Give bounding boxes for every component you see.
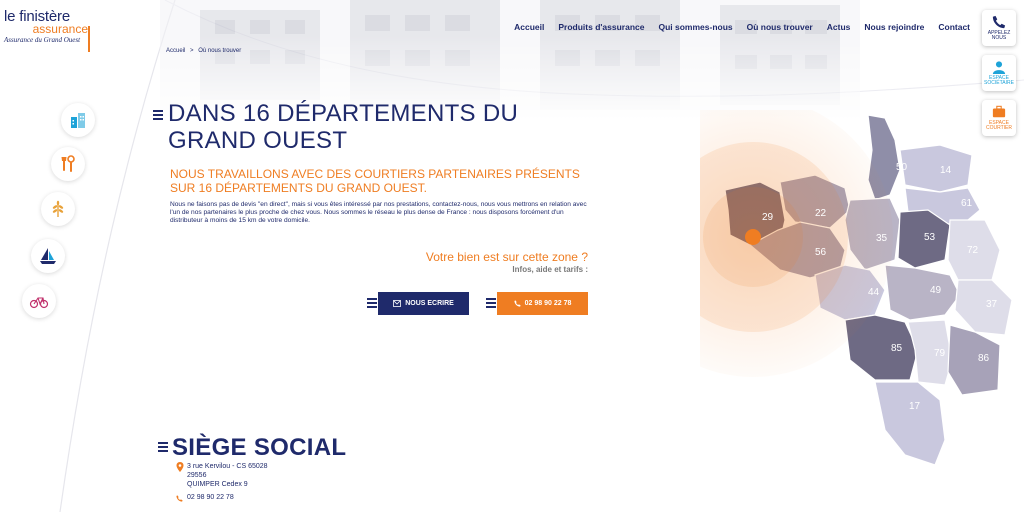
category-building[interactable]: [61, 103, 95, 137]
address-line3: QUIMPER Cedex 9: [187, 481, 248, 488]
dep-86: [947, 324, 1001, 396]
dep-17: [874, 381, 946, 466]
dep-label-50: 50: [896, 162, 908, 173]
dep-label-61: 61: [961, 198, 973, 209]
location-pin-icon: [176, 462, 184, 472]
hero-subtitle: NOUS TRAVAILLONS AVEC DES COURTIERS PART…: [170, 167, 590, 195]
dep-label-85: 85: [891, 343, 903, 354]
dep-label-35: 35: [876, 233, 888, 244]
siege-heading-marker: [158, 442, 168, 454]
member-space-button[interactable]: ESPACE SOCIÉTAIRE: [982, 55, 1016, 91]
button-marker-2: [486, 298, 496, 310]
user-icon: [992, 60, 1006, 74]
category-boat[interactable]: [31, 239, 65, 273]
nav-actus[interactable]: Actus: [827, 22, 851, 32]
dep-label-56: 56: [815, 247, 827, 258]
breadcrumb-home[interactable]: Accueil: [166, 48, 185, 54]
dep-label-22: 22: [815, 208, 827, 219]
logo-tagline: Assurance du Grand Ouest: [4, 36, 81, 44]
write-us-button[interactable]: NOUS ECRIRE: [378, 292, 469, 315]
siege-phone-number: 02 98 90 22 78: [187, 494, 234, 501]
nav-ou-nous-trouver[interactable]: Où nous trouver: [747, 22, 813, 32]
dep-label-44: 44: [868, 287, 880, 298]
dep-label-53: 53: [924, 232, 936, 243]
phone-icon: [176, 495, 183, 502]
dep-label-29: 29: [762, 212, 774, 223]
member-space-label: ESPACE SOCIÉTAIRE: [984, 74, 1014, 86]
sailboat-icon: [40, 248, 56, 264]
write-us-label: NOUS ECRIRE: [405, 300, 454, 307]
siege-phone[interactable]: 02 98 90 22 78: [176, 494, 234, 502]
main-nav: Accueil Produits d'assurance Qui sommes-…: [514, 22, 970, 32]
zone-subtext: Infos, aide et tarifs :: [512, 265, 588, 274]
dep-label-79: 79: [934, 348, 946, 359]
nav-contact[interactable]: Contact: [938, 22, 970, 32]
phone-icon: [514, 300, 521, 307]
dep-label-72: 72: [967, 245, 979, 256]
category-leisure[interactable]: [22, 284, 56, 318]
building-icon: [71, 113, 85, 128]
nav-produits[interactable]: Produits d'assurance: [558, 22, 644, 32]
page-title: DANS 16 DÉPARTEMENTS DU GRAND OUEST: [168, 100, 518, 154]
dep-label-49: 49: [930, 285, 942, 296]
button-marker: [367, 298, 377, 310]
dep-label-37: 37: [986, 299, 998, 310]
dep-label-14: 14: [940, 165, 952, 176]
breadcrumb: Accueil > Où nous trouver: [166, 48, 244, 54]
hero-paragraph: Nous ne faisons pas de devis "en direct"…: [170, 201, 587, 224]
page-title-line1: DANS 16 DÉPARTEMENTS DU: [168, 100, 519, 127]
heading-marker: [153, 110, 163, 122]
departments-map: 50 14 61 29 22 35 53 72 56 44 49 37 85 7…: [700, 110, 1013, 466]
address-line2: 29556: [187, 472, 207, 479]
address-line1: 3 rue Kervilou - CS 65028: [187, 463, 268, 470]
nav-accueil[interactable]: Accueil: [514, 22, 544, 32]
phone-icon: [992, 15, 1006, 28]
siege-title: SIÈGE SOCIAL: [172, 434, 347, 461]
dep-14: [899, 144, 973, 193]
hero-subtitle-line1: NOUS TRAVAILLONS AVEC DES COURTIERS PART…: [170, 167, 580, 181]
logo-accent-bar: [88, 26, 90, 52]
dep-label-17: 17: [909, 401, 921, 412]
site-logo[interactable]: le finistère assurance Assurance du Gran…: [4, 8, 92, 52]
breadcrumb-current: Où nous trouver: [198, 48, 242, 54]
tools-icon: [61, 155, 75, 172]
call-us-label: APPELEZ NOUS: [987, 29, 1011, 41]
envelope-icon: [393, 300, 402, 307]
zone-question: Votre bien est sur cette zone ?: [425, 250, 588, 264]
siege-address: 3 rue Kervilou - CS 65028 29556 QUIMPER …: [176, 462, 268, 489]
call-us-button[interactable]: APPELEZ NOUS: [982, 10, 1016, 46]
nav-nous-rejoindre[interactable]: Nous rejoindre: [864, 22, 924, 32]
dep-37: [954, 279, 1013, 336]
quimper-marker: [745, 229, 761, 245]
page-title-line2: GRAND OUEST: [168, 127, 348, 154]
call-phone-button[interactable]: 02 98 90 22 78: [497, 292, 588, 315]
hero-subtitle-line2: SUR 16 DÉPARTEMENTS DU GRAND OUEST.: [170, 181, 427, 195]
nav-qui-sommes-nous[interactable]: Qui sommes-nous: [658, 22, 732, 32]
category-farm[interactable]: [41, 192, 75, 226]
bicycle-icon: [29, 297, 49, 309]
category-tools[interactable]: [51, 147, 85, 181]
farm-icon: [52, 200, 64, 217]
dep-49: [884, 264, 961, 321]
dep-label-86: 86: [978, 353, 990, 364]
call-phone-label: 02 98 90 22 78: [524, 300, 572, 307]
breadcrumb-separator: >: [190, 48, 194, 54]
